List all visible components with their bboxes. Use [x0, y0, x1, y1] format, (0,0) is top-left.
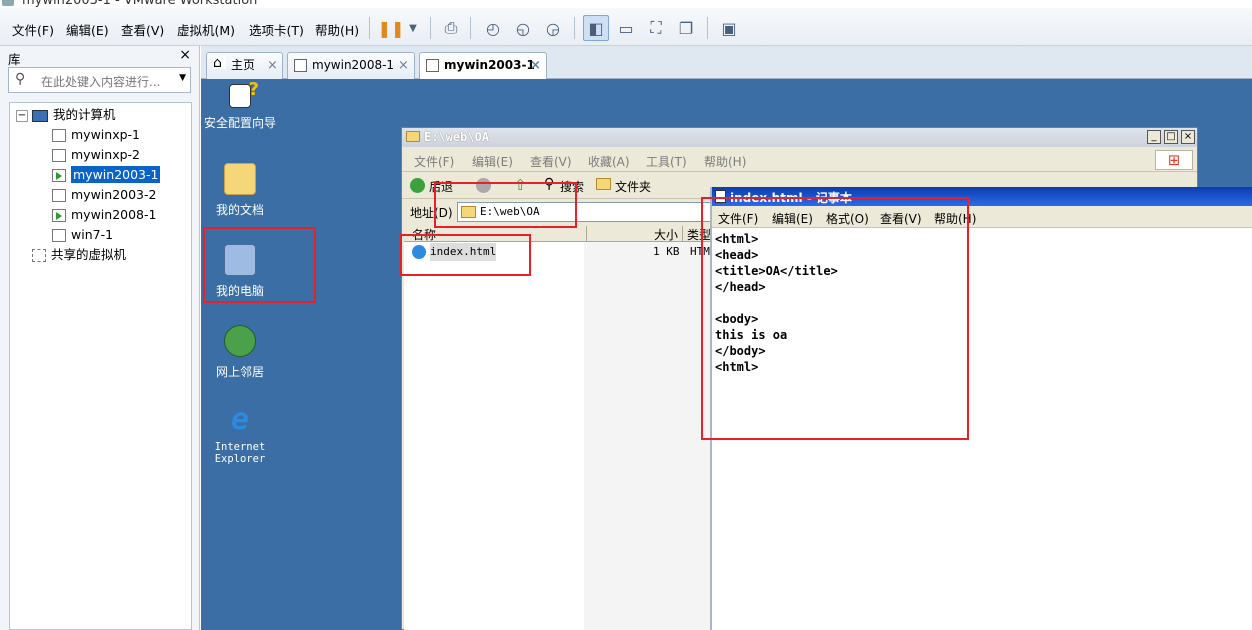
highlight-box-notepad: [701, 197, 969, 440]
vm-icon: [52, 129, 66, 142]
chevron-down-icon[interactable]: ▼: [179, 73, 186, 83]
windows-logo-icon: ⊞: [1155, 150, 1193, 170]
show-library-icon[interactable]: ◧: [583, 15, 609, 41]
vm-icon: [52, 229, 66, 242]
column-divider: [586, 226, 587, 242]
unity-icon[interactable]: ❐: [673, 15, 699, 41]
desktop-icon-ie[interactable]: e Internet Explorer: [195, 402, 285, 466]
column-divider: [682, 226, 683, 242]
vm-running-icon: [52, 209, 66, 222]
minimize-button[interactable]: _: [1147, 130, 1161, 144]
menu-view[interactable]: 查看(V): [121, 20, 164, 39]
tab-home[interactable]: ⌂ 主页 ×: [206, 52, 283, 79]
desktop-icon-label: 网上邻居: [215, 365, 264, 379]
tree-item-shared-vms[interactable]: 共享的虚拟机: [32, 246, 126, 264]
vm-icon: [52, 189, 66, 202]
menu-help[interactable]: 帮助(H): [315, 20, 359, 39]
tree-item-vm[interactable]: mywin2003-2: [52, 186, 156, 204]
desktop-icon-label: Internet Explorer: [214, 441, 266, 465]
close-icon[interactable]: ×: [530, 53, 541, 78]
close-icon[interactable]: ×: [267, 53, 278, 78]
library-header: 库: [8, 52, 21, 67]
send-ctrl-alt-del-icon[interactable]: ⎙: [438, 15, 464, 41]
maximize-button[interactable]: □: [1164, 130, 1178, 144]
menu-vm[interactable]: 虚拟机(M): [177, 20, 235, 39]
folders-button[interactable]: 文件夹: [615, 178, 651, 195]
toolbar-separator: [369, 17, 370, 39]
search-placeholder: 在此处键入内容进行...: [41, 75, 161, 89]
console-view-icon[interactable]: ▣: [716, 15, 742, 41]
folder-documents-icon: [224, 163, 256, 195]
explorer-menu-view[interactable]: 查看(V): [530, 153, 572, 170]
toolbar-separator: [470, 17, 471, 39]
explorer-menu-favorites[interactable]: 收藏(A): [588, 153, 630, 170]
security-wizard-icon: ?: [229, 79, 259, 108]
tree-item-vm[interactable]: mywinxp-1: [52, 126, 140, 144]
tab-mywin2003-active[interactable]: mywin2003-1 ×: [419, 52, 547, 80]
file-list: 名称 大小 类型 index.html 1 KB HTML: [404, 226, 711, 630]
explorer-titlebar[interactable]: E:\web\OA _ □ ×: [402, 128, 1197, 147]
tree-item-vm[interactable]: mywinxp-2: [52, 146, 140, 164]
column-size[interactable]: 大小: [654, 226, 678, 243]
highlight-box-my-computer: [203, 227, 316, 303]
explorer-menubar: 文件(F) 编辑(E) 查看(V) 收藏(A) 工具(T) 帮助(H) ⊞: [402, 148, 1197, 172]
vm-running-icon: [52, 169, 66, 182]
full-screen-icon[interactable]: ⛶: [643, 15, 669, 41]
toolbar-separator: [707, 17, 708, 39]
power-dropdown-icon[interactable]: ▼: [400, 15, 426, 41]
menu-bar: 文件(F) 编辑(E) 查看(V) 虚拟机(M) 选项卡(T) 帮助(H) ❚❚…: [0, 8, 1252, 46]
highlight-box-file: [400, 234, 531, 276]
list-column-shade: [584, 226, 711, 630]
computer-icon: [32, 109, 48, 122]
explorer-menu-tools[interactable]: 工具(T): [646, 153, 687, 170]
explorer-menu-file[interactable]: 文件(F): [414, 153, 454, 170]
snapshot-revert-icon[interactable]: ◵: [510, 15, 536, 41]
ie-icon: e: [230, 402, 250, 437]
menu-edit[interactable]: 编辑(E): [66, 20, 109, 39]
menu-file[interactable]: 文件(F): [12, 20, 54, 39]
library-tree: − 我的计算机 mywinxp-1 mywinxp-2 mywin2003-1 m…: [9, 102, 192, 630]
folders-icon[interactable]: [596, 178, 611, 190]
snapshot-manager-icon[interactable]: ◶: [540, 15, 566, 41]
explorer-menu-edit[interactable]: 编辑(E): [472, 153, 513, 170]
desktop-icon-my-documents[interactable]: 我的文档: [195, 163, 285, 218]
vmware-app-icon: [2, 0, 14, 6]
highlight-box-address: [434, 182, 577, 228]
snapshot-take-icon[interactable]: ◴: [480, 15, 506, 41]
home-icon: ⌂: [213, 56, 226, 70]
toolbar-separator: [430, 17, 431, 39]
shared-vm-icon: [32, 249, 46, 262]
file-size: 1 KB: [653, 245, 680, 258]
tree-item-my-computer[interactable]: − 我的计算机: [16, 106, 116, 124]
folder-icon: [406, 131, 420, 142]
tab-mywin2008[interactable]: mywin2008-1 ×: [287, 52, 415, 79]
thumbnail-bar-icon[interactable]: ▭: [613, 15, 639, 41]
desktop-icon-label: 我的文档: [215, 203, 264, 217]
network-icon: [224, 325, 256, 357]
desktop-icon-security-wizard[interactable]: ? 安全配置向导: [195, 79, 285, 131]
desktop-icon-label: 安全配置向导: [203, 116, 276, 130]
window-title: mywin2003-1 - VMware Workstation: [22, 0, 258, 8]
back-arrow-icon[interactable]: [410, 178, 425, 193]
tree-item-vm[interactable]: win7-1: [52, 226, 113, 244]
vm-icon: [52, 149, 66, 162]
explorer-title: E:\web\OA: [424, 130, 490, 144]
tab-bar: ⌂ 主页 × mywin2008-1 × mywin2003-1 ×: [201, 46, 1252, 80]
close-button[interactable]: ×: [1181, 130, 1195, 144]
vm-running-icon: [426, 59, 439, 72]
tree-item-vm[interactable]: mywin2008-1: [52, 206, 156, 224]
close-icon[interactable]: ×: [398, 53, 409, 78]
explorer-menu-help[interactable]: 帮助(H): [704, 153, 746, 170]
window-titlebar: mywin2003-1 - VMware Workstation: [0, 0, 1252, 8]
vm-running-icon: [294, 59, 307, 72]
search-icon: ⚲: [15, 71, 26, 87]
tree-item-vm-selected[interactable]: mywin2003-1: [52, 166, 161, 184]
menu-tabs[interactable]: 选项卡(T): [249, 20, 304, 39]
desktop-icon-network[interactable]: 网上邻居: [195, 325, 285, 380]
library-panel: 库 × ⚲ 在此处键入内容进行... ▼ − 我的计算机 mywinxp-1 my…: [0, 46, 200, 630]
collapse-icon[interactable]: −: [16, 109, 28, 122]
library-search-input[interactable]: ⚲ 在此处键入内容进行... ▼: [8, 67, 191, 93]
toolbar-separator: [574, 17, 575, 39]
library-close-button[interactable]: ×: [179, 47, 191, 63]
